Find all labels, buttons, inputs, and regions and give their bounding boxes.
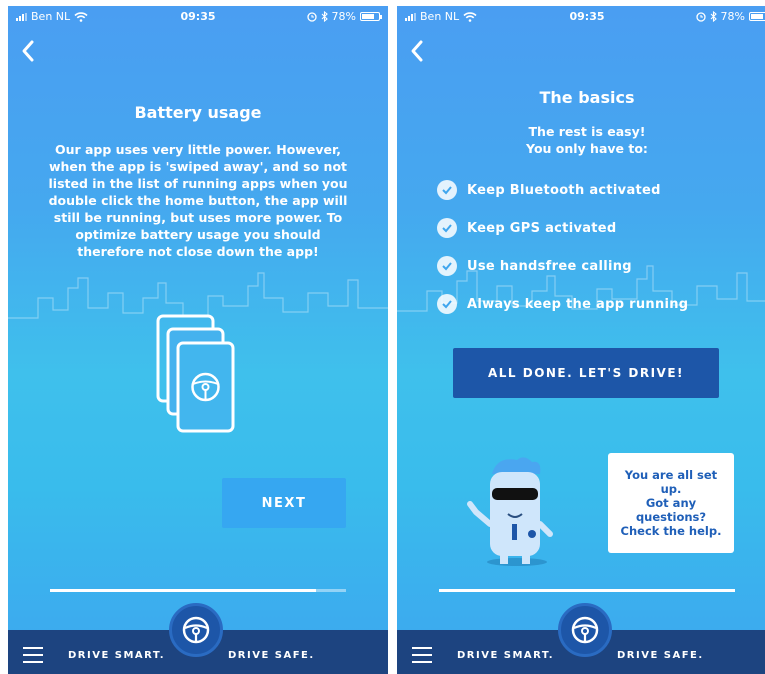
- battery-fill: [751, 14, 764, 19]
- slogan-drive-smart: DRIVE SMART.: [68, 650, 166, 661]
- help-speech-bubble[interactable]: You are all set up. Got any questions? C…: [608, 453, 734, 553]
- drive-button[interactable]: [169, 603, 223, 657]
- slogan-drive-safe: DRIVE SAFE.: [617, 650, 704, 661]
- bluetooth-icon: [710, 11, 717, 22]
- checklist-item: Keep GPS activated: [437, 209, 737, 247]
- hamburger-menu-icon[interactable]: [23, 647, 43, 663]
- checklist-item: Always keep the app running: [437, 285, 737, 323]
- alarm-icon: [306, 11, 317, 22]
- progress-fill: [50, 589, 317, 592]
- mascot-illustration: [467, 457, 553, 566]
- onboarding-progress-bar: [439, 589, 735, 592]
- status-bar: Ben NL 09:35 78%: [397, 6, 765, 26]
- onboarding-progress-bar: [50, 589, 346, 592]
- steering-wheel-icon: [571, 616, 599, 644]
- status-right: 78%: [306, 10, 382, 23]
- check-circle-icon: [437, 218, 457, 238]
- progress-fill: [439, 589, 735, 592]
- slogan-drive-safe: DRIVE SAFE.: [228, 650, 315, 661]
- onboarding-screen-battery: Ben NL 09:35 78% Battery usage Our app u…: [8, 6, 388, 674]
- checklist-item-label: Keep GPS activated: [467, 220, 617, 236]
- battery-description: Our app uses very little power. However,…: [48, 142, 348, 259]
- page-title: Battery usage: [134, 103, 262, 122]
- checklist-item-label: Use handsfree calling: [467, 258, 632, 274]
- drive-button[interactable]: [558, 603, 612, 657]
- slogan-drive-smart: DRIVE SMART.: [457, 650, 555, 661]
- status-bar: Ben NL 09:35 78%: [8, 6, 388, 26]
- subtitle-line-1: The rest is easy!: [528, 124, 646, 139]
- hamburger-menu-icon[interactable]: [412, 647, 432, 663]
- alarm-icon: [695, 11, 706, 22]
- requirements-checklist: Keep Bluetooth activated Keep GPS activa…: [437, 171, 737, 323]
- check-circle-icon: [437, 180, 457, 200]
- chevron-left-icon: [411, 40, 423, 62]
- help-bubble-text: You are all set up. Got any questions? C…: [620, 468, 722, 538]
- checklist-item-label: Always keep the app running: [467, 296, 689, 312]
- all-done-button[interactable]: ALL DONE. LET'S DRIVE!: [453, 348, 719, 398]
- battery-icon: [360, 12, 382, 21]
- app-cards-illustration: [156, 314, 235, 433]
- battery-fill: [362, 14, 375, 19]
- onboarding-screen-basics: Ben NL 09:35 78% The basics The rest is …: [397, 6, 765, 674]
- bluetooth-icon: [321, 11, 328, 22]
- back-button[interactable]: [403, 36, 433, 66]
- checklist-item-label: Keep Bluetooth activated: [467, 182, 661, 198]
- battery-percent: 78%: [331, 10, 356, 23]
- page-title: The basics: [539, 88, 635, 107]
- check-circle-icon: [437, 294, 457, 314]
- battery-percent: 78%: [720, 10, 745, 23]
- check-circle-icon: [437, 256, 457, 276]
- checklist-item: Keep Bluetooth activated: [437, 171, 737, 209]
- status-right: 78%: [695, 10, 765, 23]
- battery-icon: [749, 12, 765, 21]
- steering-wheel-icon: [182, 616, 210, 644]
- subtitle-line-2: You only have to:: [526, 141, 648, 156]
- back-button[interactable]: [14, 36, 44, 66]
- checklist-item: Use handsfree calling: [437, 247, 737, 285]
- next-button[interactable]: NEXT: [222, 478, 346, 528]
- chevron-left-icon: [22, 40, 34, 62]
